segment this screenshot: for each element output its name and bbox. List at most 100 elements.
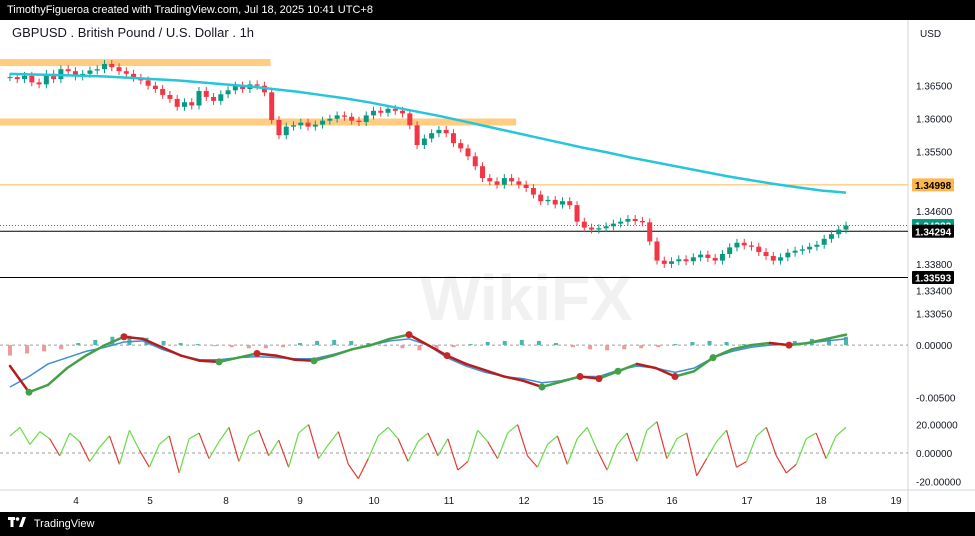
momentum-line-segment bbox=[168, 435, 180, 474]
time-tick-label: 5 bbox=[147, 496, 153, 507]
candle-body bbox=[698, 254, 704, 258]
momentum-line-segment bbox=[198, 432, 210, 459]
momentum-line-segment bbox=[407, 441, 419, 462]
candle-body bbox=[414, 125, 420, 146]
candle-body bbox=[363, 115, 369, 122]
candle-body bbox=[123, 71, 129, 74]
histogram-bar bbox=[707, 340, 712, 346]
candle-body bbox=[596, 228, 602, 230]
time-tick-label: 11 bbox=[444, 496, 455, 507]
momentum-line-segment bbox=[417, 432, 429, 443]
candle-body bbox=[756, 246, 762, 253]
momentum-line-segment bbox=[785, 463, 797, 474]
cross-point-dot bbox=[671, 373, 679, 381]
momentum-line-segment bbox=[158, 435, 170, 445]
time-tick-label: 8 bbox=[223, 496, 229, 507]
momentum-line-segment bbox=[148, 444, 160, 468]
candle-body bbox=[538, 194, 544, 202]
momentum-line-segment bbox=[367, 435, 379, 459]
candle-body bbox=[748, 245, 754, 247]
momentum-line-segment bbox=[815, 432, 827, 459]
candle-body bbox=[116, 67, 122, 72]
candle-body bbox=[320, 120, 326, 125]
candle-body bbox=[65, 69, 71, 72]
candle-body bbox=[530, 188, 536, 195]
momentum-line-segment bbox=[696, 458, 708, 477]
candle-body bbox=[283, 126, 289, 136]
macd-line-segment bbox=[46, 366, 69, 387]
candle-body bbox=[378, 110, 384, 113]
chart-area[interactable]: WikiFX 1.36500 1.36000 1.35500 1.34600 1.338… bbox=[0, 20, 975, 512]
time-tick-label: 16 bbox=[666, 496, 678, 507]
histogram-bar bbox=[59, 345, 64, 350]
momentum-line-segment bbox=[128, 429, 140, 451]
tradingview-logo-icon bbox=[8, 512, 26, 536]
cross-point-dot bbox=[595, 375, 603, 383]
cross-point-dot bbox=[576, 373, 584, 381]
momentum-line-segment bbox=[756, 426, 767, 437]
histogram-bar bbox=[161, 340, 166, 346]
histogram-bar bbox=[93, 339, 98, 346]
histogram-bar bbox=[263, 345, 268, 349]
momentum-line-segment bbox=[377, 426, 389, 437]
momentum-line-segment bbox=[89, 446, 101, 462]
momentum-line-segment bbox=[29, 431, 41, 445]
histogram-bar bbox=[451, 345, 456, 348]
histogram-bar bbox=[229, 345, 234, 348]
price-candles[interactable] bbox=[7, 59, 849, 268]
candle-body bbox=[22, 75, 28, 80]
candle-body bbox=[683, 259, 689, 262]
price-tick-label: 1.34600 bbox=[916, 207, 953, 218]
macd-line-segment bbox=[350, 343, 373, 351]
candle-body bbox=[770, 255, 776, 261]
cross-point-dot bbox=[120, 333, 128, 341]
candle-body bbox=[472, 156, 478, 167]
histogram-bar bbox=[383, 345, 388, 347]
candle-body bbox=[559, 201, 565, 205]
candle-body bbox=[545, 199, 551, 202]
cross-point-dot bbox=[215, 358, 223, 366]
brand-bar: TradingView bbox=[0, 512, 975, 536]
candle-body bbox=[370, 110, 376, 116]
time-tick-label: 9 bbox=[297, 496, 303, 507]
time-tick-label: 12 bbox=[518, 496, 530, 507]
momentum-line-segment bbox=[765, 427, 777, 457]
candle-body bbox=[421, 138, 427, 146]
momentum-line-segment bbox=[69, 432, 81, 443]
candle-body bbox=[836, 229, 842, 235]
momentum-line-segment bbox=[725, 430, 738, 468]
momentum-line-segment bbox=[59, 432, 71, 457]
candle-body bbox=[392, 108, 398, 111]
momentum-line-segment bbox=[477, 429, 489, 443]
histogram-bar bbox=[844, 336, 848, 346]
time-tick-label: 19 bbox=[890, 496, 902, 507]
zone-1 bbox=[0, 118, 517, 126]
candle-body bbox=[778, 257, 784, 261]
cross-point-dot bbox=[253, 349, 261, 357]
momentum-line-segment bbox=[487, 441, 499, 459]
momentum-line-segment bbox=[636, 430, 648, 462]
momentum-line-segment bbox=[775, 455, 787, 474]
histogram-bar bbox=[724, 341, 729, 346]
candle-body bbox=[763, 252, 769, 256]
candle-body bbox=[94, 69, 100, 71]
chart-canvas[interactable]: WikiFX 1.36500 1.36000 1.35500 1.34600 1.338… bbox=[0, 20, 975, 512]
momentum-line-segment bbox=[318, 444, 329, 460]
momentum-line-segment bbox=[516, 424, 529, 457]
candle-body bbox=[349, 116, 355, 121]
histogram-bar bbox=[502, 340, 507, 346]
histogram-bar bbox=[553, 343, 558, 346]
momentum-line-segment bbox=[208, 441, 220, 459]
momentum-line-segment bbox=[825, 435, 837, 459]
candle-body bbox=[494, 181, 500, 185]
zone-0 bbox=[0, 59, 271, 67]
price-tick-label: 1.33800 bbox=[916, 260, 953, 271]
momentum-line-segment bbox=[19, 427, 31, 445]
momentum-line-segment bbox=[467, 430, 479, 462]
momentum-line-segment bbox=[39, 431, 51, 440]
momentum-line-segment bbox=[686, 432, 698, 476]
momentum-line-segment bbox=[108, 435, 121, 465]
candle-body bbox=[7, 77, 13, 79]
momentum-line-segment bbox=[288, 432, 300, 468]
histogram-bar bbox=[400, 345, 405, 349]
